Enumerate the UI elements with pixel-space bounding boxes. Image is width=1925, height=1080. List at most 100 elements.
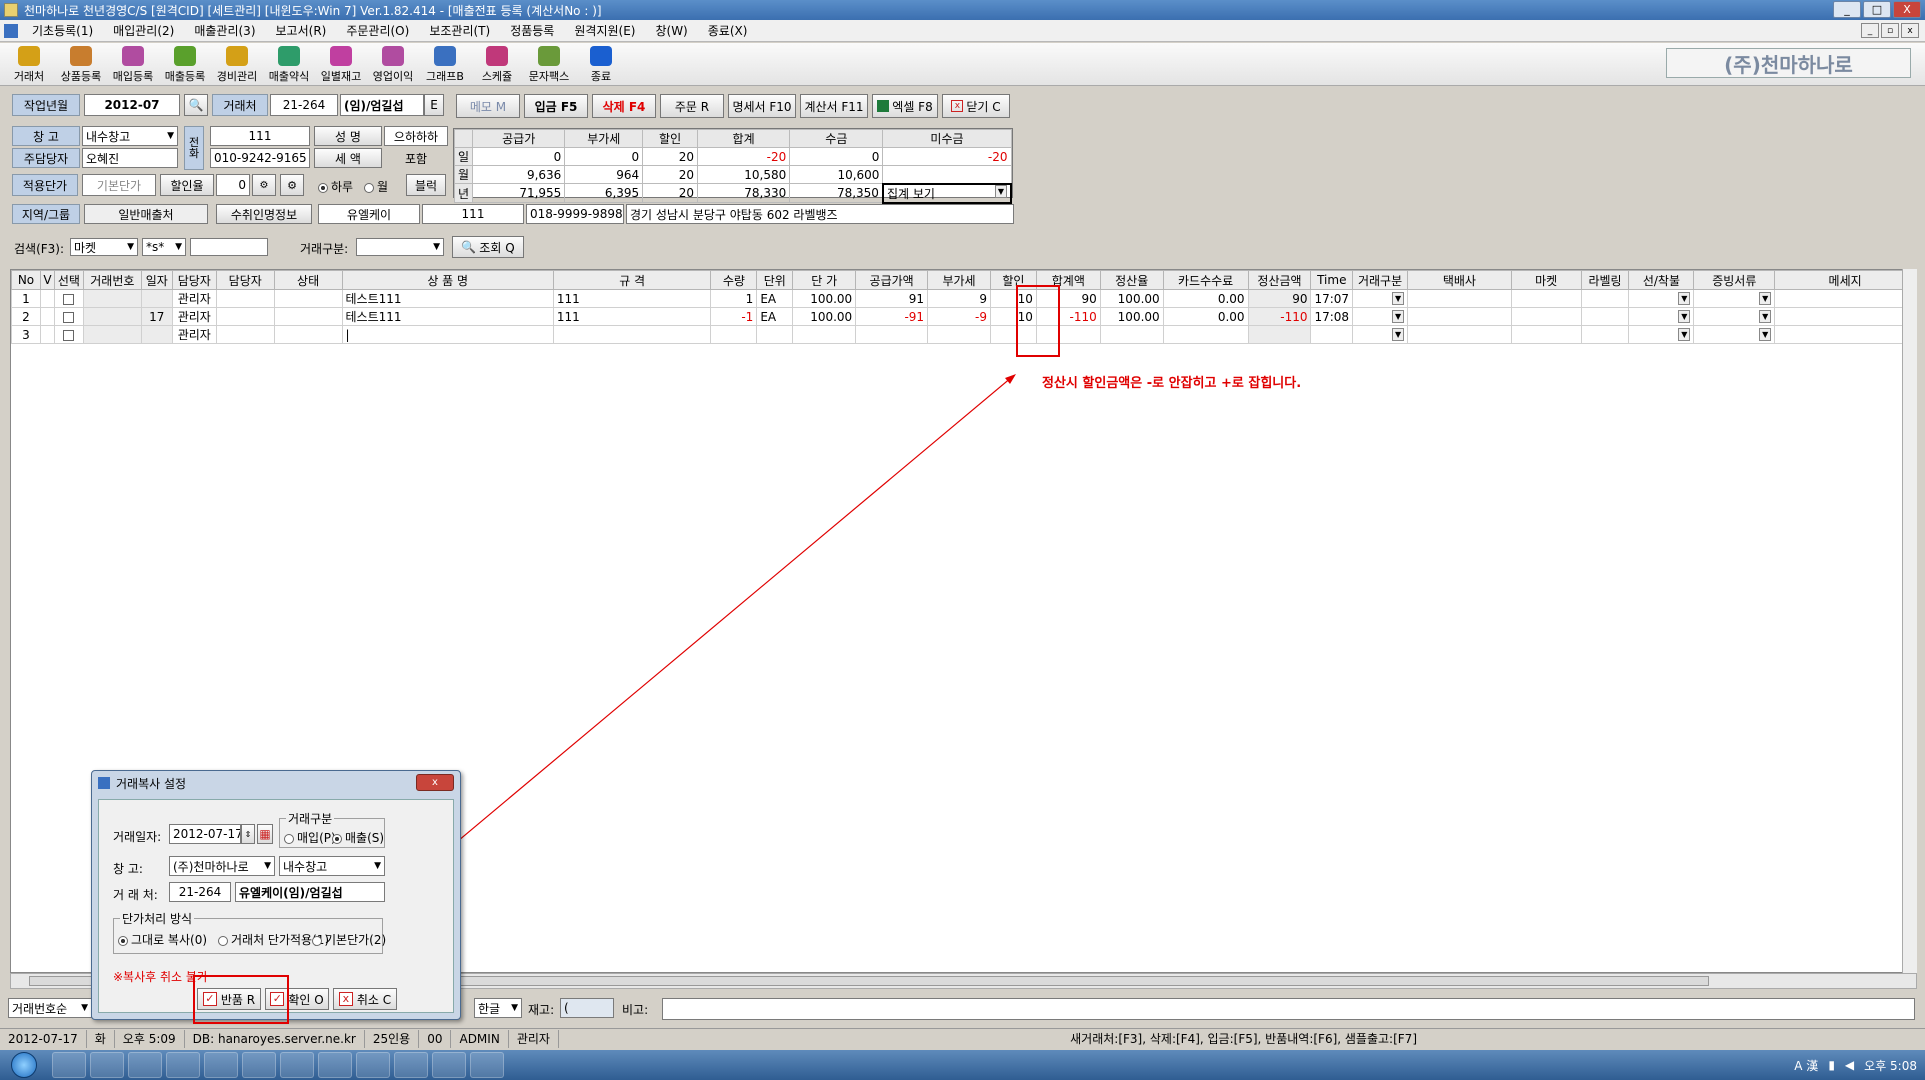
- grid-cell[interactable]: [82, 325, 142, 344]
- grid-cell[interactable]: 100.00: [1099, 307, 1164, 326]
- grid-cell[interactable]: 111: [552, 307, 712, 326]
- menu-remote[interactable]: 원격지원(E): [564, 22, 645, 39]
- sort-select[interactable]: 거래번호순 ▼: [8, 998, 92, 1018]
- toolbar-exit-button[interactable]: 종료: [578, 43, 624, 84]
- taskbar-app5-icon[interactable]: [280, 1052, 314, 1078]
- grid-header[interactable]: 택배사: [1407, 270, 1512, 290]
- menu-sales[interactable]: 매출관리(3): [184, 22, 265, 39]
- lang-select[interactable]: 한글 ▼: [474, 998, 522, 1018]
- table-row[interactable]: 3 관리자 | ▼ ▼ ▼: [11, 325, 1916, 344]
- grid-header[interactable]: 공급가액: [855, 270, 929, 290]
- grid-cell[interactable]: [1162, 325, 1249, 344]
- grid-header[interactable]: 담당자: [215, 270, 275, 290]
- order-button[interactable]: 주문 R: [660, 94, 724, 118]
- grid-header[interactable]: No: [11, 270, 41, 290]
- aggregate-view-select[interactable]: 집계 보기 ▼: [881, 182, 1013, 204]
- grid-cell[interactable]: 100.00: [1099, 289, 1164, 308]
- grid-cell[interactable]: [273, 307, 343, 326]
- grid-cell[interactable]: [1247, 325, 1312, 344]
- vertical-scrollbar[interactable]: [1902, 269, 1917, 973]
- toolbar-purchase-button[interactable]: 매입등록: [110, 43, 156, 84]
- grid-cell[interactable]: [552, 325, 712, 344]
- grid-cell[interactable]: 테스트111: [341, 289, 554, 308]
- recipient-info-button[interactable]: 수취인명정보: [216, 204, 312, 224]
- period-monthly-radio[interactable]: 월: [364, 178, 388, 195]
- ime-indicator[interactable]: A 漢: [1794, 1057, 1818, 1074]
- grid-cell[interactable]: -9: [927, 307, 991, 326]
- grid-cell[interactable]: 9: [927, 289, 991, 308]
- grid-cell[interactable]: [273, 289, 343, 308]
- chevron-down-icon[interactable]: ▼: [1392, 328, 1405, 341]
- grid-cell[interactable]: [215, 289, 275, 308]
- grid-cell[interactable]: ▼: [1628, 289, 1695, 308]
- memo-button[interactable]: 메모 M: [456, 94, 520, 118]
- taskbar-photoshop-icon[interactable]: [470, 1052, 504, 1078]
- grid-cell[interactable]: [82, 289, 142, 308]
- grid-cell[interactable]: 100.00: [792, 307, 857, 326]
- clock[interactable]: 오후 5:08: [1864, 1057, 1917, 1074]
- grid-cell[interactable]: [1580, 289, 1630, 308]
- warehouse-select[interactable]: 내수창고 ▼: [82, 126, 178, 146]
- memo-input[interactable]: [662, 998, 1915, 1020]
- grid-cell[interactable]: [1774, 325, 1916, 344]
- phone-field[interactable]: 010-9242-9165: [210, 148, 310, 168]
- toolbar-profit-button[interactable]: 영업이익: [370, 43, 416, 84]
- grid-cell[interactable]: ▼: [1352, 307, 1409, 326]
- taskbar-app2-icon[interactable]: [166, 1052, 200, 1078]
- chevron-down-icon[interactable]: ▼: [1678, 328, 1691, 341]
- grid-cell[interactable]: [1510, 289, 1582, 308]
- sell-radio[interactable]: 매출(S): [332, 829, 384, 846]
- grid-header[interactable]: 라벨링: [1580, 270, 1630, 290]
- grid-cell[interactable]: 91: [855, 289, 929, 308]
- grid-cell[interactable]: [710, 325, 758, 344]
- grid-cell[interactable]: 1: [11, 289, 41, 308]
- grid-cell[interactable]: [39, 307, 55, 326]
- grid-cell[interactable]: 관리자: [171, 307, 217, 326]
- menu-order[interactable]: 주문관리(O): [336, 22, 419, 39]
- dialog-client-code[interactable]: 21-264: [169, 882, 231, 902]
- block-button[interactable]: 블럭: [406, 174, 446, 196]
- grid-header[interactable]: 부가세: [927, 270, 991, 290]
- grid-cell[interactable]: ▼: [1693, 289, 1776, 308]
- grid-cell[interactable]: 90: [1247, 289, 1312, 308]
- statement-button[interactable]: 명세서 F10: [728, 94, 796, 118]
- search-op-select[interactable]: *s* ▼: [142, 238, 186, 256]
- taskbar-app4-icon[interactable]: [242, 1052, 276, 1078]
- taskbar-app9-icon[interactable]: [432, 1052, 466, 1078]
- grid-header[interactable]: 정산금액: [1247, 270, 1312, 290]
- grid-cell[interactable]: -91: [855, 307, 929, 326]
- table-row[interactable]: 1 관리자 테스트111 111 1 EA 100.00 91 9 10 90 100.00 0.00 9…: [11, 289, 1916, 308]
- grid-cell[interactable]: |: [341, 325, 554, 344]
- cancel-button[interactable]: x 취소 C: [333, 988, 397, 1010]
- taskbar-app3-icon[interactable]: [204, 1052, 238, 1078]
- grid-header[interactable]: 수량: [710, 270, 758, 290]
- mdi-minimize-button[interactable]: _: [1861, 23, 1879, 38]
- grid-cell[interactable]: [53, 289, 84, 308]
- workmonth-field[interactable]: 2012-07: [84, 94, 180, 116]
- grid-cell[interactable]: [927, 325, 991, 344]
- chevron-down-icon[interactable]: ▼: [1759, 310, 1772, 323]
- grid-cell[interactable]: 관리자: [171, 325, 217, 344]
- grid-cell[interactable]: 2: [11, 307, 41, 326]
- grid-cell[interactable]: ▼: [1693, 325, 1776, 344]
- grid-header[interactable]: 담당자: [171, 270, 217, 290]
- grid-cell[interactable]: [1407, 289, 1512, 308]
- menu-purchase[interactable]: 매입관리(2): [103, 22, 184, 39]
- grid-cell[interactable]: [39, 325, 55, 344]
- table-row[interactable]: 2 17 관리자 테스트111 111 -1 EA 100.00 -91 -9 10 -110 100.…: [11, 307, 1916, 326]
- toolbar-daily-stock-button[interactable]: 일별재고: [318, 43, 364, 84]
- grid-cell[interactable]: [1407, 307, 1512, 326]
- grid-header[interactable]: 메세지: [1774, 270, 1916, 290]
- grid-cell[interactable]: 17:08: [1310, 307, 1354, 326]
- chevron-down-icon[interactable]: ▼: [1392, 292, 1405, 305]
- taskbar-app1-icon[interactable]: [128, 1052, 162, 1078]
- grid-header[interactable]: Time: [1310, 270, 1354, 290]
- grid-cell[interactable]: [140, 289, 173, 308]
- grid-cell[interactable]: EA: [756, 289, 794, 308]
- toolbar-client-button[interactable]: 거래처: [6, 43, 52, 84]
- query-button[interactable]: 🔍 조회 Q: [452, 236, 524, 258]
- grid-cell[interactable]: 111: [552, 289, 712, 308]
- client-e-button[interactable]: E: [424, 94, 444, 116]
- name-field[interactable]: 으하하하: [384, 126, 448, 146]
- menu-report[interactable]: 보고서(R): [266, 22, 337, 39]
